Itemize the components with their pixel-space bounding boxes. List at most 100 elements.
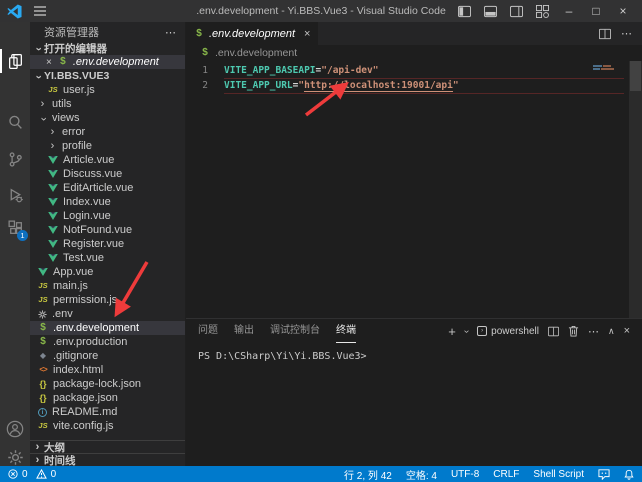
open-editor-item[interactable]: × $ .env.development	[30, 55, 185, 69]
vue-icon	[48, 240, 58, 248]
tree-item-utils[interactable]: ›utils	[30, 97, 185, 111]
cursor-position[interactable]: 行 2, 列 42	[344, 467, 392, 482]
file-label: package-lock.json	[53, 378, 141, 390]
tree-item-error[interactable]: ›error	[30, 125, 185, 139]
git-icon: ◆	[38, 352, 48, 360]
modified-line-decoration	[224, 93, 624, 94]
tree-item-env-production[interactable]: $.env.production	[30, 335, 185, 349]
language-mode[interactable]: Shell Script	[533, 469, 584, 480]
tree-item-login-vue[interactable]: Login.vue	[30, 209, 185, 223]
close-button[interactable]: ×	[616, 0, 630, 22]
tree-item-test-vue[interactable]: Test.vue	[30, 251, 185, 265]
shell-icon: $	[194, 29, 204, 39]
menu-hamburger-icon[interactable]	[34, 6, 46, 16]
source-control-icon[interactable]	[0, 144, 30, 174]
panel-tab-0[interactable]: 问题	[198, 319, 218, 343]
tree-item-package-lock-json[interactable]: {}package-lock.json	[30, 377, 185, 391]
account-icon[interactable]	[0, 414, 30, 444]
split-editor-icon[interactable]	[599, 28, 611, 40]
tree-item-notfound-vue[interactable]: NotFound.vue	[30, 223, 185, 237]
project-root-section[interactable]: › YI.BBS.VUE3	[30, 69, 185, 83]
status-bar: 0 0 行 2, 列 42 空格: 4 UTF-8 CRLF Shell Scr…	[0, 466, 642, 482]
editor-more-actions-icon[interactable]: ⋯	[621, 27, 632, 40]
tree-item-discuss-vue[interactable]: Discuss.vue	[30, 167, 185, 181]
tree-item-env-development[interactable]: $.env.development	[30, 321, 185, 335]
timeline-section[interactable]: › 时间线	[30, 453, 185, 466]
notifications-bell-icon[interactable]	[624, 469, 634, 480]
run-debug-icon[interactable]	[0, 180, 30, 210]
tree-item-index-vue[interactable]: Index.vue	[30, 195, 185, 209]
panel-tab-3[interactable]: 终端	[336, 319, 356, 343]
search-icon[interactable]	[0, 107, 30, 137]
tree-item-article-vue[interactable]: Article.vue	[30, 153, 185, 167]
file-label: Discuss.vue	[63, 168, 122, 180]
close-panel-icon[interactable]: ×	[624, 325, 630, 337]
tab-close-icon[interactable]: ×	[304, 28, 310, 40]
customize-layout-icon[interactable]	[536, 5, 549, 18]
tree-item-app-vue[interactable]: App.vue	[30, 265, 185, 279]
file-label: package.json	[53, 392, 118, 404]
editor-scrollbar[interactable]	[629, 61, 642, 318]
json-icon: {}	[38, 394, 48, 403]
terminal-dropdown-icon[interactable]: ›	[461, 329, 472, 332]
code-line-1[interactable]: 1 VITE_APP_BASEAPI="/api-dev"	[186, 63, 642, 78]
tree-item-readme-md[interactable]: iREADME.md	[30, 405, 185, 419]
toggle-secondary-sidebar-icon[interactable]	[510, 5, 523, 18]
open-editors-section[interactable]: › 打开的编辑器	[30, 42, 185, 55]
panel-more-actions-icon[interactable]: ⋯	[588, 325, 599, 338]
toggle-panel-icon[interactable]	[484, 5, 497, 18]
indentation[interactable]: 空格: 4	[406, 467, 437, 482]
url-link[interactable]: http://localhost:19001/api	[304, 80, 453, 92]
extensions-icon[interactable]: 1	[0, 212, 30, 242]
line-number: 1	[186, 65, 208, 76]
encoding[interactable]: UTF-8	[451, 469, 479, 480]
breadcrumb-filename[interactable]: .env.development	[215, 47, 297, 59]
tree-item-vite-config-js[interactable]: JSvite.config.js	[30, 419, 185, 433]
file-label: user.js	[63, 84, 95, 96]
eol-sequence[interactable]: CRLF	[493, 469, 519, 480]
terminal-output[interactable]: PS D:\CSharp\Yi\Yi.BBS.Vue3>	[186, 343, 642, 466]
tab-label: .env.development	[209, 28, 295, 40]
tab-env-development[interactable]: $ .env.development ×	[186, 22, 318, 45]
js-icon: JS	[38, 296, 48, 304]
panel-tab-2[interactable]: 调试控制台	[270, 319, 320, 343]
new-terminal-icon[interactable]: +	[448, 324, 456, 339]
split-terminal-icon[interactable]	[548, 326, 559, 337]
code-editor[interactable]: 1 VITE_APP_BASEAPI="/api-dev" 2 VITE_APP…	[186, 61, 642, 318]
close-editor-icon[interactable]: ×	[46, 57, 52, 68]
editor-tab-bar: $ .env.development × ⋯	[186, 22, 642, 45]
tree-item-permission-js[interactable]: JSpermission.js	[30, 293, 185, 307]
errors-count[interactable]: 0	[22, 469, 28, 480]
file-label: Register.vue	[63, 238, 124, 250]
tree-item-editarticle-vue[interactable]: EditArticle.vue	[30, 181, 185, 195]
sidebar-more-actions-icon[interactable]: ⋯	[165, 26, 177, 39]
vue-icon	[48, 226, 58, 234]
tree-item-package-json[interactable]: {} package.json	[30, 391, 185, 405]
html-icon: <>	[38, 366, 48, 374]
kill-terminal-trash-icon[interactable]	[568, 325, 579, 337]
tree-item-profile[interactable]: ›profile	[30, 139, 185, 153]
tree-item-user-js[interactable]: JSuser.js	[30, 83, 185, 97]
toggle-sidebar-icon[interactable]	[458, 5, 471, 18]
outline-section[interactable]: › 大纲	[30, 440, 185, 453]
tree-item-register-vue[interactable]: Register.vue	[30, 237, 185, 251]
tree-item-index-html[interactable]: <>index.html	[30, 363, 185, 377]
warnings-icon	[36, 469, 47, 479]
minimize-button[interactable]: –	[562, 0, 576, 22]
js-icon: JS	[38, 282, 48, 290]
file-label: Index.vue	[63, 196, 111, 208]
warnings-count[interactable]: 0	[51, 469, 57, 480]
maximize-button[interactable]: □	[589, 0, 603, 22]
tree-item-gitignore[interactable]: ◆.gitignore	[30, 349, 185, 363]
panel-tab-1[interactable]: 输出	[234, 319, 254, 343]
tree-item-views[interactable]: ›views	[30, 111, 185, 125]
maximize-panel-icon[interactable]: ∧	[608, 326, 615, 337]
explorer-icon[interactable]	[0, 46, 30, 76]
code-line-2[interactable]: 2 VITE_APP_URL="http://localhost:19001/a…	[186, 78, 642, 93]
feedback-icon[interactable]	[598, 469, 610, 480]
tree-item-main-js[interactable]: JSmain.js	[30, 279, 185, 293]
tree-item-env[interactable]: .env	[30, 307, 185, 321]
modified-line-decoration	[224, 78, 624, 79]
powershell-button[interactable]: › powershell	[477, 326, 539, 337]
breadcrumb[interactable]: $ .env.development	[186, 45, 642, 61]
